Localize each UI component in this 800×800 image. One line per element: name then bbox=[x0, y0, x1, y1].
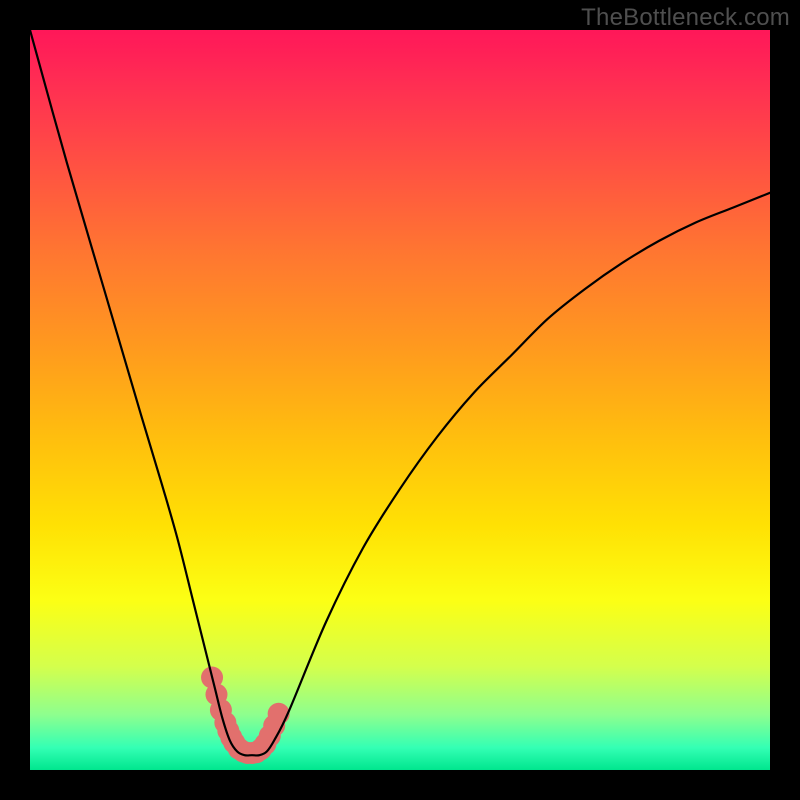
plot-area bbox=[30, 30, 770, 770]
chart-svg bbox=[30, 30, 770, 770]
gradient-background bbox=[30, 30, 770, 770]
chart-frame: TheBottleneck.com bbox=[0, 0, 800, 800]
watermark-label: TheBottleneck.com bbox=[581, 4, 790, 32]
